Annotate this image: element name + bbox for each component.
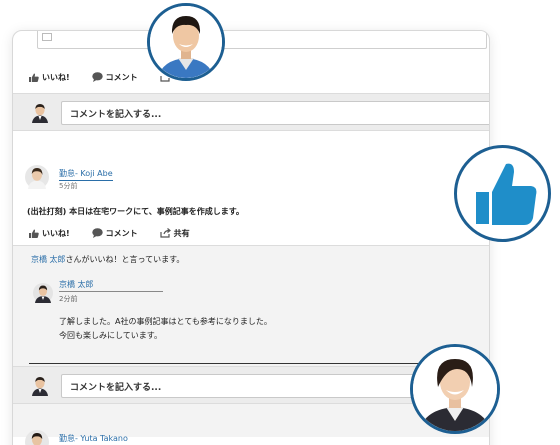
liker-name[interactable]: 京橋 太郎 xyxy=(31,255,66,264)
woman-portrait xyxy=(413,347,497,431)
comment-input-top[interactable]: コメントを記入する... xyxy=(61,101,489,125)
thumbs-up-icon xyxy=(29,73,39,82)
avatar xyxy=(25,430,49,445)
comment-button[interactable]: コメント xyxy=(91,228,138,239)
man-portrait xyxy=(150,6,222,78)
like-button[interactable]: いいね! xyxy=(29,228,70,239)
post-body: (出社打刻) 本日は在宅ワークにて、事例記事を作成します。 xyxy=(27,207,244,216)
post-author[interactable]: 勤怠- Koji Abe xyxy=(59,168,113,181)
share-label: 共有 xyxy=(173,228,190,238)
reply-timestamp: 2分前 xyxy=(59,295,78,303)
like-label: いいね! xyxy=(42,72,70,82)
like-button-top[interactable]: いいね! xyxy=(29,72,70,83)
like-summary: 京橋 太郎さんがいいね！と言っています。 xyxy=(31,254,184,265)
comment-button-top[interactable]: コメント xyxy=(91,72,138,83)
avatar xyxy=(25,165,49,189)
large-thumbs-up-icon xyxy=(476,163,537,225)
post-author[interactable]: 勤怠- Yuta Takano xyxy=(59,433,128,445)
person-photo-bubble xyxy=(410,344,500,434)
avatar xyxy=(29,374,51,396)
reply-author[interactable]: 京橋 太郎 xyxy=(59,279,163,292)
thumbs-up-icon xyxy=(29,229,39,238)
reply-line: 了解しました。A社の事例記事はとても参考になりました。 xyxy=(59,317,272,326)
person-photo-bubble xyxy=(147,3,225,81)
like-summary-text: さんがいいね！と言っています。 xyxy=(65,255,185,264)
comment-bar-top: コメントを記入する... xyxy=(13,93,489,131)
avatar xyxy=(33,283,53,303)
share-icon xyxy=(160,228,171,238)
reply-body: 了解しました。A社の事例記事はとても参考になりました。 今回も楽しみにしています… xyxy=(59,315,272,343)
avatar xyxy=(29,101,51,123)
action-bar-post: いいね! コメント 共有 xyxy=(29,224,212,242)
comment-label: コメント xyxy=(105,72,138,82)
previous-comment-input[interactable] xyxy=(37,31,487,49)
large-like-badge xyxy=(454,145,551,242)
reply-line: 今回も楽しみにしています。 xyxy=(59,331,162,340)
share-button[interactable]: 共有 xyxy=(160,228,190,239)
post-timestamp: 5分前 xyxy=(59,182,78,190)
timeline-illustration: いいね! コメント コメントを記入する... 勤怠- Koji Abe 5分前 … xyxy=(0,0,560,445)
comment-label: コメント xyxy=(105,228,138,238)
speech-bubble-icon xyxy=(91,228,103,238)
speech-bubble-icon xyxy=(91,72,103,82)
like-label: いいね! xyxy=(42,228,70,238)
